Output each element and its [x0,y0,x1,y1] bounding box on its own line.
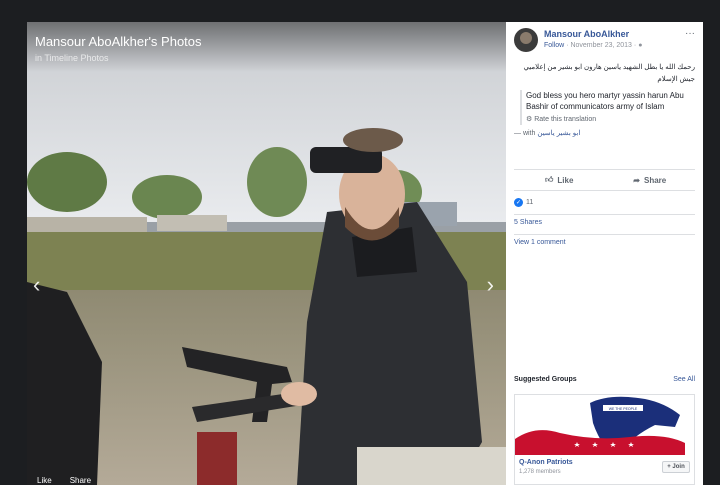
photo-share-button[interactable]: Share [70,476,91,485]
album-title[interactable]: Mansour AboAlkher's Photos [35,34,498,49]
tagged-user-link[interactable]: ابو بشير ياسين [537,130,580,137]
post-text: رحمك الله يا بطل الشهيد ياسين هارون ابو … [523,64,695,83]
like-button[interactable]: 👍︎ Like [514,170,605,190]
previous-photo-button[interactable]: ‹ [33,272,40,298]
join-group-button[interactable]: + Join [662,461,690,473]
avatar[interactable] [514,28,538,52]
photo [27,22,506,485]
album-subtitle[interactable]: in Timeline Photos [35,53,498,63]
photo-like-button[interactable]: Like [37,476,52,485]
share-arrow-icon: ➦ [633,175,640,185]
group-banner-text: WE THE PEOPLE [609,407,638,411]
share-button[interactable]: ➦ Share [605,170,696,190]
photo-viewer: Mansour AboAlkher's Photos in Timeline P… [27,22,506,485]
view-comments-link[interactable]: View 1 comment [514,234,695,250]
rate-translation-label: Rate this translation [534,116,597,123]
share-label: Share [643,175,667,185]
reactions-summary[interactable]: ✓ 11 [514,194,695,210]
rate-translation[interactable]: ⚙ Rate this translation [526,114,695,125]
post-sidebar: Mansour AboAlkher Follow · November 23, … [506,22,703,485]
translation-block: God bless you hero martyr yassin harun A… [520,90,695,125]
thumbs-up-icon: 👍︎ [545,175,554,184]
follow-button[interactable]: Follow [544,42,564,49]
more-options-button[interactable]: ··· [685,28,695,39]
see-all-link[interactable]: See All [673,376,695,383]
group-card[interactable]: WE THE PEOPLE Q-Anon Patriots 1,278 memb… [514,394,695,485]
suggested-groups-header: Suggested Groups See All [514,376,695,383]
like-label: Like [557,175,574,185]
post-meta: Follow · November 23, 2013 · ● [544,42,642,49]
photo-footer: Like Share [27,471,506,485]
action-bar: 👍︎ Like ➦ Share [514,169,695,191]
shares-link[interactable]: 5 Shares [514,214,695,230]
suggested-groups: Suggested Groups See All WE THE PEOPLE Q… [514,376,695,485]
post-date[interactable]: November 23, 2013 [570,42,631,49]
next-photo-button[interactable]: › [487,272,494,298]
globe-icon: ● [638,42,643,49]
post-header: Mansour AboAlkher Follow · November 23, … [506,22,703,58]
tagged-with: — with ابو بشير ياسين [514,129,695,137]
suggested-groups-title: Suggested Groups [514,376,577,383]
translation-text: God bless you hero martyr yassin harun A… [526,91,684,111]
author-name[interactable]: Mansour AboAlkher [544,29,629,39]
gear-icon: ⚙ [526,116,533,123]
reaction-count: 11 [526,198,534,206]
group-members: 1,278 members [519,469,561,475]
group-cover-image: WE THE PEOPLE [515,395,694,455]
group-name[interactable]: Q-Anon Patriots [519,459,573,466]
like-reaction-icon: ✓ [514,197,523,207]
photo-header: Mansour AboAlkher's Photos in Timeline P… [27,22,506,72]
with-prefix: — with [514,130,536,137]
